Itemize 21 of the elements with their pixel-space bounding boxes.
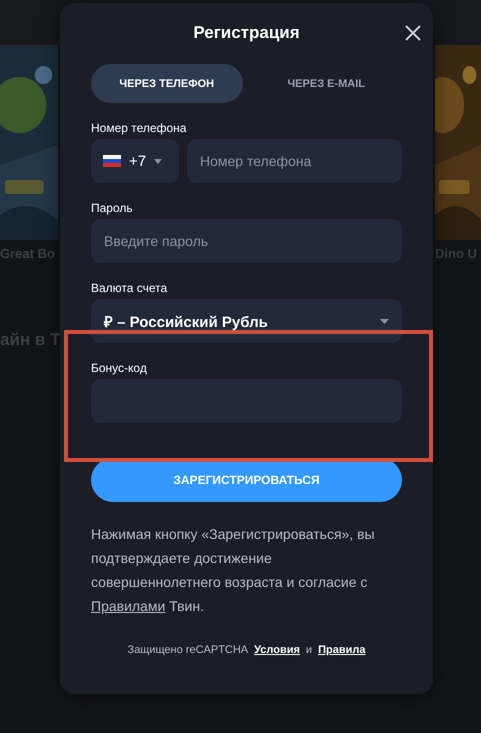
caret-icon — [380, 318, 389, 324]
rules-link[interactable]: Правила — [318, 644, 366, 656]
terms-link[interactable]: Условия — [254, 644, 300, 656]
terms-text: Нажимая кнопку «Зарегистрироваться», вы подтверждаете достижение совершеннолетнего возраста и согласие с Правилами Твин. — [91, 525, 376, 616]
phone-field[interactable]: Номер телефона — [187, 139, 402, 183]
field-label: Бонус-код — [91, 361, 148, 375]
dialog-title: Регистрация — [193, 23, 300, 43]
country-code-select[interactable]: +7 — [91, 139, 179, 183]
close-icon[interactable] — [404, 24, 422, 42]
field-label: Пароль — [91, 201, 134, 215]
recaptcha-note: Защищено reCAPTCHA — [128, 644, 248, 656]
tab[interactable]: ЧЕРЕЗ ТЕЛЕФОН — [91, 64, 242, 103]
tab[interactable]: ЧЕРЕЗ E-MAIL — [250, 64, 402, 103]
field-label: Валюта счета — [91, 281, 168, 295]
caret-icon — [154, 158, 162, 164]
rules-link[interactable]: Правилами — [91, 598, 166, 614]
conjunction-text: и — [306, 644, 312, 656]
flag-icon — [103, 155, 121, 167]
field-label: Номер телефона — [91, 121, 188, 135]
currency-select[interactable]: ₽ – Российский Рубль — [91, 299, 402, 343]
password-field[interactable]: Введите пароль — [91, 219, 402, 263]
